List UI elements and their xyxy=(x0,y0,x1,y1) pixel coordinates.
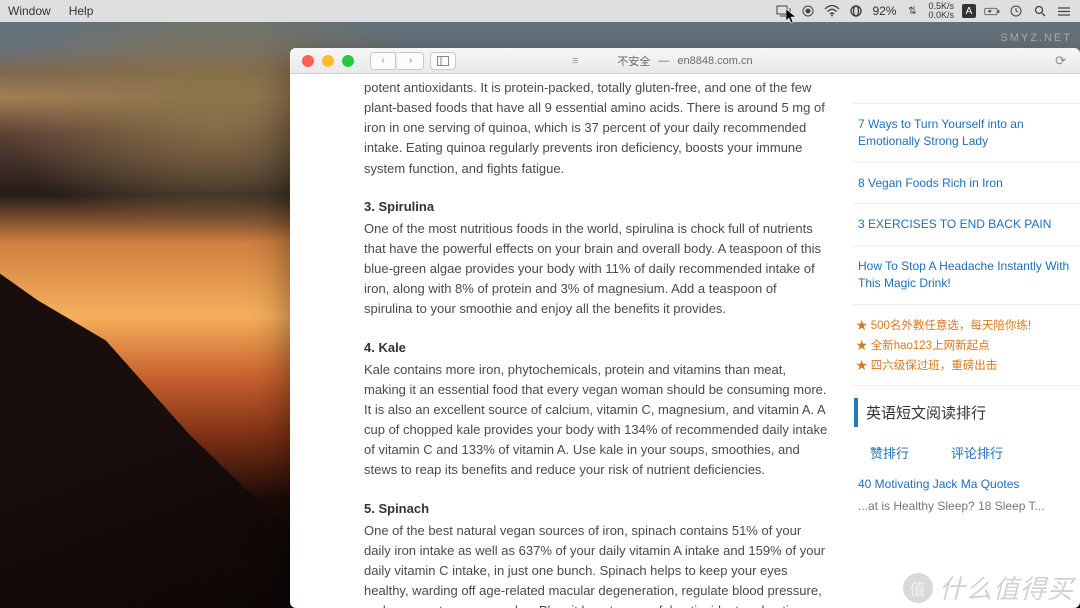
minimize-button[interactable] xyxy=(322,55,334,67)
sidebar-toggle-button[interactable] xyxy=(430,52,456,70)
section-heading: 4. Kale xyxy=(364,338,828,358)
input-method-icon[interactable]: A xyxy=(962,4,976,18)
notification-center-icon[interactable] xyxy=(1056,3,1072,19)
wifi-icon[interactable] xyxy=(824,3,840,19)
zoom-button[interactable] xyxy=(342,55,354,67)
sidebar-rank-link[interactable]: 40 Motivating Jack Ma Quotes xyxy=(852,472,1080,497)
promo-block: 500名外教任意选，每天陪你练! 全新hao123上网新起点 四六级保过班，重磅… xyxy=(852,305,1080,386)
article-paragraph: One of the best natural vegan sources of… xyxy=(364,521,828,608)
sidebar-link[interactable]: 3 EXERCISES TO END BACK PAIN xyxy=(852,204,1080,246)
close-button[interactable] xyxy=(302,55,314,67)
screenshot-tool-icon[interactable] xyxy=(776,3,792,19)
promo-link[interactable]: 500名外教任意选，每天陪你练! xyxy=(856,317,1076,333)
tab-likes[interactable]: 赞排行 xyxy=(870,443,909,462)
opera-vpn-icon[interactable] xyxy=(848,3,864,19)
reader-icon[interactable]: ≡ xyxy=(572,55,578,67)
sidebar-section-heading: 英语短文阅读排行 xyxy=(854,398,1078,427)
desktop-background: Window Help 92% ⇅ 0.5K/s0.0K/s A xyxy=(0,0,1080,608)
menu-help[interactable]: Help xyxy=(69,4,94,18)
article-paragraph: potent antioxidants. It is protein-packe… xyxy=(364,78,828,179)
image-watermark: 值 什么值得买 xyxy=(903,569,1074,606)
reload-button[interactable]: ⟳ xyxy=(1055,53,1066,69)
safari-window: ‹ › ≡ 不安全 — en8848.com.cn ⟳ potent antio… xyxy=(290,48,1080,608)
page-content: potent antioxidants. It is protein-packe… xyxy=(290,74,1080,608)
promo-link[interactable]: 四六级保过班，重磅出击 xyxy=(856,357,1076,373)
updown-arrows-icon: ⇅ xyxy=(904,3,920,19)
watermark-site: SMYZ.NET xyxy=(1000,32,1072,44)
menubar: Window Help 92% ⇅ 0.5K/s0.0K/s A xyxy=(0,0,1080,22)
sidebar-link[interactable]: 8 Vegan Foods Rich in Iron xyxy=(852,163,1080,205)
forward-button[interactable]: › xyxy=(398,52,424,70)
article-paragraph: Kale contains more iron, phytochemicals,… xyxy=(364,360,828,481)
url-host: en8848.com.cn xyxy=(677,55,752,67)
address-bar[interactable]: 不安全 — en8848.com.cn xyxy=(617,53,752,69)
section-heading: 5. Spinach xyxy=(364,499,828,519)
menu-window[interactable]: Window xyxy=(8,4,51,18)
sidebar: 7 Ways to Turn Yourself into an Emotiona… xyxy=(848,74,1080,608)
watermark-badge-icon: 值 xyxy=(903,573,933,603)
spotlight-icon[interactable] xyxy=(1032,3,1048,19)
network-speed: 0.5K/s0.0K/s xyxy=(928,2,954,20)
article-paragraph: One of the most nutritious foods in the … xyxy=(364,219,828,320)
battery-percent: 92% xyxy=(872,4,896,18)
back-button[interactable]: ‹ xyxy=(370,52,396,70)
section-heading: 3. Spirulina xyxy=(364,197,828,217)
clock-icon[interactable] xyxy=(1008,3,1024,19)
titlebar: ‹ › ≡ 不安全 — en8848.com.cn ⟳ xyxy=(290,48,1080,74)
sidebar-rank-link[interactable]: ...at is Healthy Sleep? 18 Sleep T... xyxy=(852,497,1080,515)
sidebar-link[interactable]: 7 Ways to Turn Yourself into an Emotiona… xyxy=(852,104,1080,163)
article-body: potent antioxidants. It is protein-packe… xyxy=(290,74,848,608)
record-icon[interactable] xyxy=(800,3,816,19)
sidebar-link[interactable]: How To Stop A Headache Instantly With Th… xyxy=(852,246,1080,305)
tab-comments[interactable]: 评论排行 xyxy=(951,443,1003,462)
battery-icon[interactable] xyxy=(984,3,1000,19)
promo-link[interactable]: 全新hao123上网新起点 xyxy=(856,337,1076,353)
security-label: 不安全 xyxy=(617,53,650,69)
